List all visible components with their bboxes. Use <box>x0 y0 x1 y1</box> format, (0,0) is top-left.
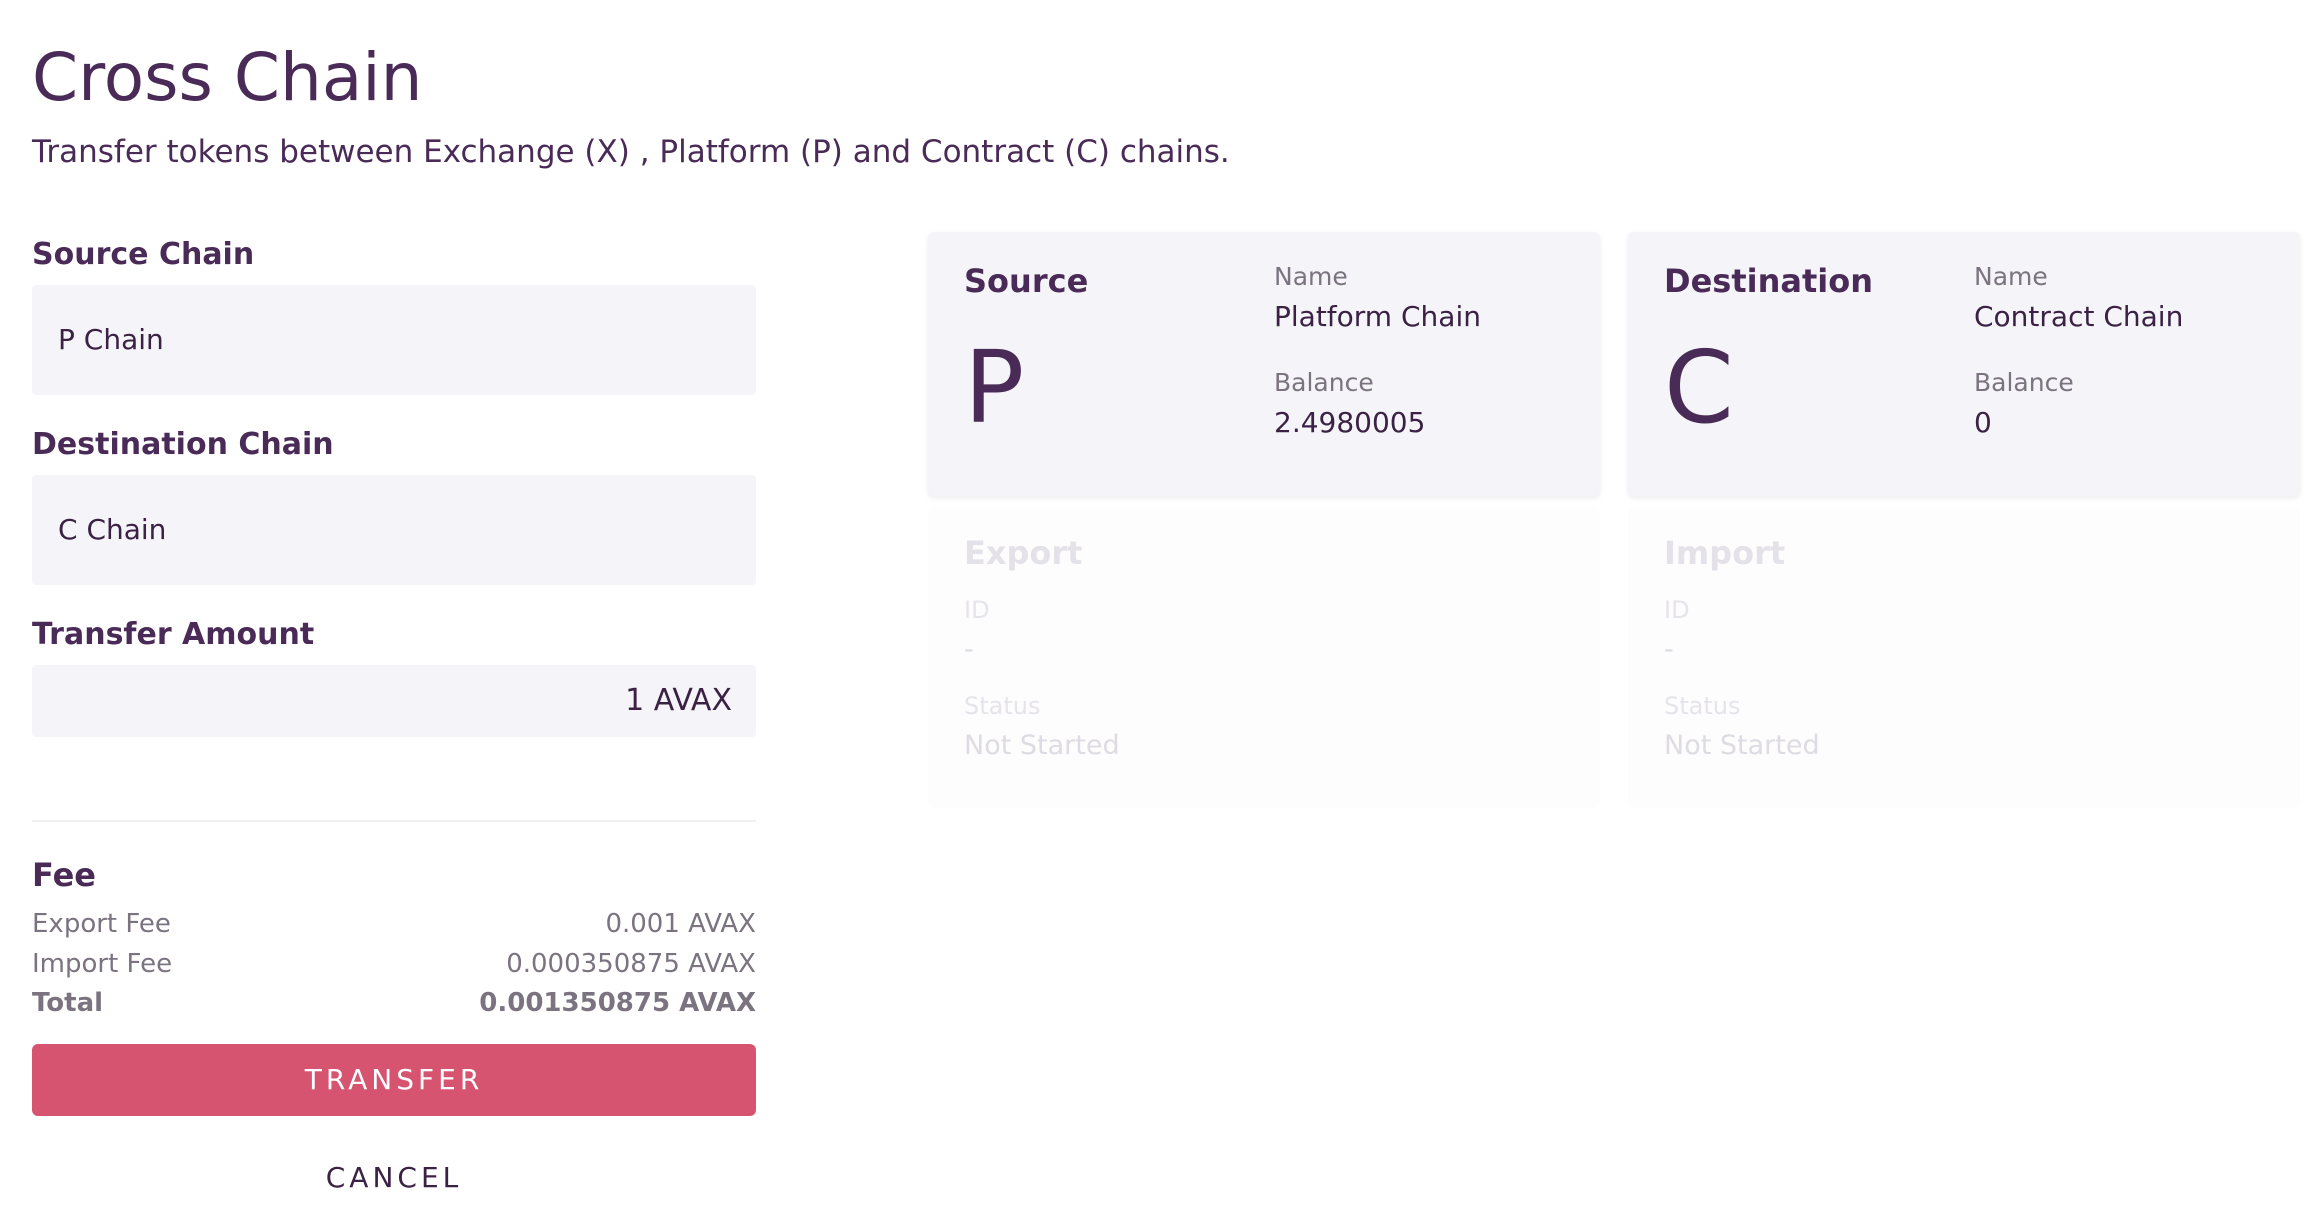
export-id-label: ID <box>964 596 990 624</box>
total-fee-label: Total <box>32 988 104 1018</box>
import-id-label: ID <box>1664 596 1690 624</box>
total-fee-value: 0.001350875 AVAX <box>479 988 756 1018</box>
import-status-label: Status <box>1664 692 1741 720</box>
source-balance-value: 2.4980005 <box>1274 406 1426 439</box>
export-id-value: - <box>964 634 974 665</box>
transfer-button[interactable]: TRANSFER <box>32 1044 756 1116</box>
export-fee-row: Export Fee 0.001 AVAX <box>32 904 756 944</box>
transfer-amount-input[interactable]: 1 AVAX <box>32 665 756 737</box>
destination-card-title: Destination <box>1664 262 1873 300</box>
page-title: Cross Chain <box>32 39 423 116</box>
import-title: Import <box>1664 534 1786 572</box>
destination-balance-label: Balance <box>1974 368 2074 397</box>
transfer-form: Source Chain P Chain Destination Chain C… <box>32 225 756 737</box>
export-title: Export <box>964 534 1083 572</box>
source-chain-select[interactable]: P Chain <box>32 285 756 395</box>
import-fee-row: Import Fee 0.000350875 AVAX <box>32 944 756 984</box>
import-id-value: - <box>1664 634 1674 665</box>
source-balance-label: Balance <box>1274 368 1374 397</box>
fee-divider <box>32 820 756 822</box>
destination-chain-select[interactable]: C Chain <box>32 475 756 585</box>
source-chain-label: Source Chain <box>32 237 255 272</box>
destination-name-label: Name <box>1974 262 2048 291</box>
total-fee-row: Total 0.001350875 AVAX <box>32 983 756 1023</box>
destination-name-value: Contract Chain <box>1974 300 2184 333</box>
transfer-amount-label: Transfer Amount <box>32 617 315 652</box>
source-name-label: Name <box>1274 262 1348 291</box>
destination-balance-value: 0 <box>1974 406 1992 439</box>
page-subtitle: Transfer tokens between Exchange (X) , P… <box>32 134 1230 170</box>
cross-chain-page: Cross Chain Transfer tokens between Exch… <box>0 0 2324 1214</box>
source-chain-card: Source P Name Platform Chain Balance 2.4… <box>928 232 1600 496</box>
source-card-title: Source <box>964 262 1089 300</box>
destination-chain-letter: C <box>1664 329 1734 446</box>
destination-chain-label: Destination Chain <box>32 427 334 462</box>
import-status-card: Import ID - Status Not Started <box>1628 508 2300 808</box>
import-fee-value: 0.000350875 AVAX <box>506 949 756 979</box>
source-chain-letter: P <box>964 329 1025 446</box>
export-status-card: Export ID - Status Not Started <box>928 508 1600 808</box>
export-fee-value: 0.001 AVAX <box>605 909 756 939</box>
fee-title: Fee <box>32 856 96 894</box>
export-fee-label: Export Fee <box>32 909 171 939</box>
destination-chain-card: Destination C Name Contract Chain Balanc… <box>1628 232 2300 496</box>
export-status-value: Not Started <box>964 730 1120 761</box>
import-status-value: Not Started <box>1664 730 1820 761</box>
source-name-value: Platform Chain <box>1274 300 1481 333</box>
export-status-label: Status <box>964 692 1041 720</box>
cancel-button[interactable]: CANCEL <box>32 1150 756 1206</box>
import-fee-label: Import Fee <box>32 949 173 979</box>
